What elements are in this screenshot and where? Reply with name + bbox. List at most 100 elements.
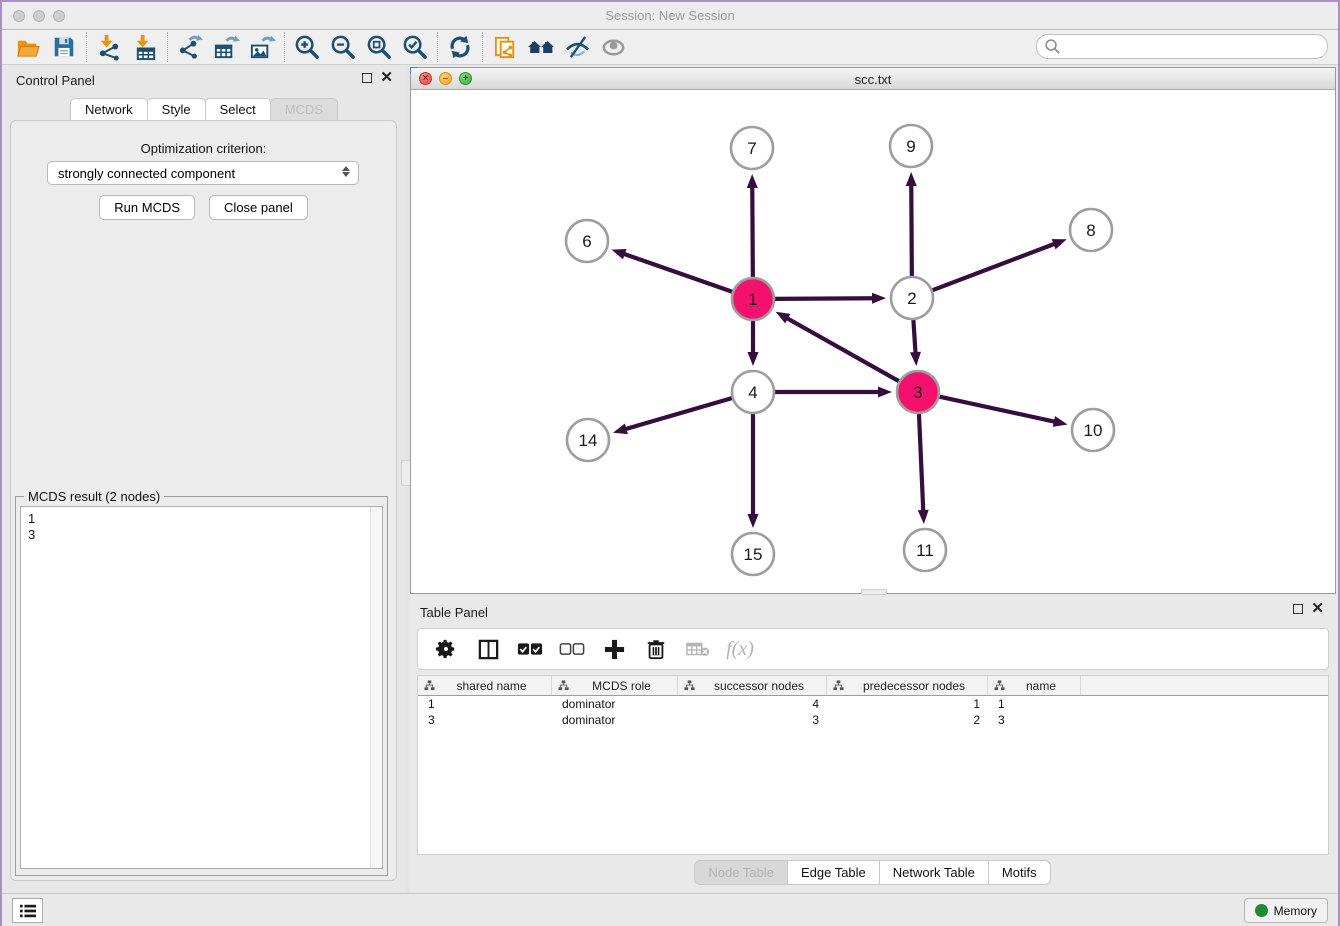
graph-node-7[interactable]: 7 [731, 127, 773, 169]
plus-icon [603, 638, 626, 661]
column-header-shared-name[interactable]: shared name [418, 676, 552, 695]
close-table-panel-icon[interactable]: ✕ [1311, 604, 1324, 614]
control-tab-select[interactable]: Select [205, 98, 271, 120]
refresh-button[interactable] [442, 32, 478, 62]
table-delete-column-button[interactable] [638, 632, 674, 666]
graph-node-3[interactable]: 3 [897, 371, 939, 413]
duplicate-network-button[interactable] [487, 32, 523, 62]
close-panel-button[interactable]: Close panel [209, 195, 308, 220]
memory-button[interactable]: Memory [1244, 898, 1328, 923]
export-network-button[interactable] [172, 32, 208, 62]
network-splitter-handle[interactable] [861, 589, 887, 595]
graph-edge-2-9[interactable] [911, 184, 912, 276]
table-cell[interactable]: 1 [988, 696, 1081, 712]
graph-edge-4-14[interactable] [624, 398, 731, 429]
import-table-icon [132, 34, 159, 61]
control-tab-mcds[interactable]: MCDS [270, 98, 338, 120]
table-add-column-button[interactable] [596, 632, 632, 666]
svg-text:1: 1 [748, 290, 757, 309]
graph-node-14[interactable]: 14 [567, 419, 609, 461]
table-cell[interactable]: 3 [418, 712, 552, 728]
search-input[interactable] [1036, 34, 1328, 59]
table-row[interactable]: 3dominator323 [418, 712, 1328, 728]
table-cell[interactable]: 1 [418, 696, 552, 712]
zoom-selected-button[interactable] [397, 32, 433, 62]
graph-edge-2-3[interactable] [913, 320, 915, 354]
float-panel-icon[interactable] [362, 73, 372, 83]
table-cell[interactable]: 3 [988, 712, 1081, 728]
graph-edge-3-10[interactable] [939, 397, 1055, 422]
graph-edge-1-6[interactable] [623, 254, 732, 292]
table-settings-button[interactable] [428, 632, 464, 666]
optimization-criterion-select[interactable]: strongly connected component [47, 161, 359, 185]
graph-node-2[interactable]: 2 [891, 277, 933, 319]
zoom-fit-button[interactable] [361, 32, 397, 62]
zoom-out-button[interactable] [325, 32, 361, 62]
close-panel-icon[interactable]: ✕ [380, 73, 393, 83]
open-session-button[interactable] [10, 32, 46, 62]
table-cell[interactable]: 3 [678, 712, 827, 728]
export-image-button[interactable] [244, 32, 280, 62]
tab-edge-table[interactable]: Edge Table [787, 860, 880, 885]
graph-edge-1-2[interactable] [775, 298, 874, 299]
table-cell[interactable]: dominator [552, 696, 678, 712]
save-session-button[interactable] [46, 32, 82, 62]
graph-node-9[interactable]: 9 [890, 125, 932, 167]
mcds-result-group: MCDS result (2 nodes) 1 3 [15, 496, 388, 876]
tab-motifs[interactable]: Motifs [988, 860, 1051, 885]
toolbar-separator [284, 32, 285, 62]
tab-node-table[interactable]: Node Table [694, 860, 788, 885]
table-delete-table-button[interactable] [680, 632, 716, 666]
home-button[interactable] [523, 32, 559, 62]
table-cell[interactable]: 2 [827, 712, 988, 728]
network-canvas[interactable]: 1 2 3 4 6 7 8 9 10 11 14 15 [411, 90, 1335, 593]
control-tab-style[interactable]: Style [147, 98, 206, 120]
toolbar-separator [437, 32, 438, 62]
hierarchy-icon [558, 680, 569, 691]
table-cell[interactable]: dominator [552, 712, 678, 728]
show-graphics-details-button[interactable] [595, 32, 631, 62]
table-clear-selection-button[interactable] [554, 632, 590, 666]
graph-node-1[interactable]: 1 [732, 278, 774, 320]
select-stepper-icon [342, 166, 350, 177]
zoom-in-button[interactable] [289, 32, 325, 62]
table-cell[interactable]: 4 [678, 696, 827, 712]
table-function-builder-button[interactable]: f(x) [722, 632, 758, 666]
gear-icon [435, 638, 457, 660]
network-window-titlebar[interactable]: × – + scc.txt [411, 68, 1335, 90]
graph-node-4[interactable]: 4 [732, 371, 774, 413]
graph-arrowhead-1-6 [612, 249, 627, 259]
tab-network-table[interactable]: Network Table [879, 860, 989, 885]
float-table-panel-icon[interactable] [1293, 604, 1303, 614]
graph-edge-2-8[interactable] [933, 243, 1056, 290]
hide-graphics-details-button[interactable] [559, 32, 595, 62]
table-select-all-button[interactable] [512, 632, 548, 666]
column-header-MCDS-role[interactable]: MCDS role [552, 676, 678, 695]
export-table-button[interactable] [208, 32, 244, 62]
import-network-button[interactable] [91, 32, 127, 62]
column-header-successor-nodes[interactable]: successor nodes [678, 676, 827, 695]
graph-node-11[interactable]: 11 [904, 529, 946, 571]
graph-edge-1-7[interactable] [752, 186, 753, 277]
graph-arrowhead-3-10 [1053, 416, 1068, 427]
toolbar-separator [482, 32, 483, 62]
column-header-name[interactable]: name [988, 676, 1081, 695]
column-header-predecessor-nodes[interactable]: predecessor nodes [827, 676, 988, 695]
mcds-result-text[interactable]: 1 3 [20, 506, 383, 869]
graph-edge-3-1[interactable] [786, 318, 899, 382]
graph-node-10[interactable]: 10 [1072, 409, 1114, 451]
graph-node-8[interactable]: 8 [1070, 209, 1112, 251]
graph-edge-3-11[interactable] [919, 414, 923, 512]
graph-node-15[interactable]: 15 [732, 533, 774, 575]
graph-arrowhead-3-11 [918, 510, 929, 524]
eye-slash-icon [564, 34, 591, 61]
import-table-button[interactable] [127, 32, 163, 62]
run-mcds-button[interactable]: Run MCDS [99, 195, 195, 220]
task-history-button[interactable] [12, 898, 43, 923]
table-cell[interactable]: 1 [827, 696, 988, 712]
graph-node-6[interactable]: 6 [566, 220, 608, 262]
control-tab-network[interactable]: Network [70, 98, 148, 120]
table-row[interactable]: 1dominator411 [418, 696, 1328, 712]
result-scrollbar[interactable] [370, 507, 382, 868]
table-split-panel-button[interactable] [470, 632, 506, 666]
